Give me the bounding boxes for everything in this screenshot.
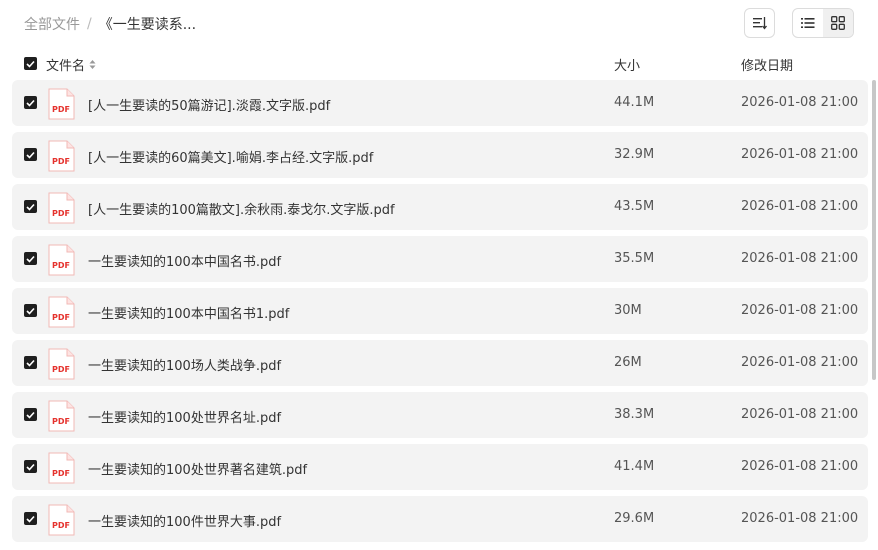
file-row[interactable]: PDF 一生要读知的100场人类战争.pdf 26M 2026-01-08 21… bbox=[12, 340, 868, 386]
pdf-file-icon: PDF bbox=[48, 296, 75, 328]
file-row[interactable]: PDF 一生要读知的100本中国名书.pdf 35.5M 2026-01-08 … bbox=[12, 236, 868, 282]
file-row-checkbox[interactable] bbox=[24, 304, 37, 317]
file-name[interactable]: [人一生要读的100篇散文].余秋雨.泰戈尔.文字版.pdf bbox=[88, 199, 395, 218]
pdf-label: PDF bbox=[52, 105, 70, 114]
column-header-date[interactable]: 修改日期 bbox=[741, 55, 793, 74]
file-name[interactable]: [人一生要读的50篇游记].淡霞.文字版.pdf bbox=[88, 95, 330, 114]
list-view-icon bbox=[801, 18, 815, 28]
pdf-label: PDF bbox=[52, 365, 70, 374]
grid-view-button[interactable] bbox=[823, 9, 853, 37]
breadcrumb: 全部文件 / 《一生要读系... bbox=[24, 14, 196, 34]
file-row-checkbox[interactable] bbox=[24, 200, 37, 213]
file-name[interactable]: 一生要读知的100本中国名书.pdf bbox=[88, 251, 281, 270]
file-name[interactable]: 一生要读知的100场人类战争.pdf bbox=[88, 355, 281, 374]
file-row-checkbox[interactable] bbox=[24, 408, 37, 421]
check-icon bbox=[26, 60, 35, 68]
check-icon bbox=[26, 359, 35, 367]
file-row[interactable]: PDF 一生要读知的100本中国名书1.pdf 30M 2026-01-08 2… bbox=[12, 288, 868, 334]
sort-icon bbox=[752, 17, 767, 30]
file-modified-date: 2026-01-08 21:00 bbox=[741, 95, 859, 110]
check-icon bbox=[26, 411, 35, 419]
grid-view-icon bbox=[831, 16, 845, 30]
view-mode-toggle bbox=[792, 8, 854, 38]
pdf-file-icon: PDF bbox=[48, 88, 75, 120]
breadcrumb-separator: / bbox=[87, 16, 92, 32]
file-row[interactable]: PDF 一生要读知的100处世界著名建筑.pdf 41.4M 2026-01-0… bbox=[12, 444, 868, 490]
pdf-label: PDF bbox=[52, 209, 70, 218]
file-name[interactable]: 一生要读知的100处世界著名建筑.pdf bbox=[88, 459, 307, 478]
pdf-label: PDF bbox=[52, 469, 70, 478]
file-size: 38.3M bbox=[614, 407, 655, 422]
file-row-checkbox[interactable] bbox=[24, 356, 37, 369]
check-icon bbox=[26, 99, 35, 107]
pdf-file-icon: PDF bbox=[48, 452, 75, 484]
column-header-name[interactable]: 文件名 bbox=[46, 55, 96, 74]
column-header-size[interactable]: 大小 bbox=[614, 55, 640, 74]
file-modified-date: 2026-01-08 21:00 bbox=[741, 251, 859, 266]
file-modified-date: 2026-01-08 21:00 bbox=[741, 303, 859, 318]
pdf-label: PDF bbox=[52, 417, 70, 426]
sort-caret-icon bbox=[89, 59, 96, 70]
file-size: 26M bbox=[614, 355, 642, 370]
pdf-label: PDF bbox=[52, 261, 70, 270]
file-size: 44.1M bbox=[614, 95, 655, 110]
file-row-checkbox[interactable] bbox=[24, 252, 37, 265]
column-header-name-label: 文件名 bbox=[46, 59, 86, 74]
file-modified-date: 2026-01-08 21:00 bbox=[741, 511, 859, 526]
file-list: PDF [人一生要读的50篇游记].淡霞.文字版.pdf 44.1M 2026-… bbox=[12, 80, 868, 548]
check-icon bbox=[26, 255, 35, 263]
file-row[interactable]: PDF [人一生要读的100篇散文].余秋雨.泰戈尔.文字版.pdf 43.5M… bbox=[12, 184, 868, 230]
file-row[interactable]: PDF [人一生要读的50篇游记].淡霞.文字版.pdf 44.1M 2026-… bbox=[12, 80, 868, 126]
file-row-checkbox[interactable] bbox=[24, 512, 37, 525]
sort-button[interactable] bbox=[744, 8, 775, 38]
pdf-file-icon: PDF bbox=[48, 504, 75, 536]
file-row-checkbox[interactable] bbox=[24, 460, 37, 473]
file-size: 43.5M bbox=[614, 199, 655, 214]
file-size: 29.6M bbox=[614, 511, 655, 526]
select-all-checkbox[interactable] bbox=[24, 57, 37, 70]
file-modified-date: 2026-01-08 21:00 bbox=[741, 147, 859, 162]
file-list-header: 文件名 大小 修改日期 bbox=[0, 52, 878, 76]
pdf-label: PDF bbox=[52, 313, 70, 322]
file-name[interactable]: 一生要读知的100件世界大事.pdf bbox=[88, 511, 281, 530]
file-size: 41.4M bbox=[614, 459, 655, 474]
pdf-file-icon: PDF bbox=[48, 140, 75, 172]
scrollbar[interactable] bbox=[872, 80, 876, 380]
pdf-file-icon: PDF bbox=[48, 192, 75, 224]
file-row-checkbox[interactable] bbox=[24, 96, 37, 109]
pdf-file-icon: PDF bbox=[48, 348, 75, 380]
file-name[interactable]: 一生要读知的100处世界名址.pdf bbox=[88, 407, 281, 426]
breadcrumb-root-link[interactable]: 全部文件 bbox=[24, 14, 80, 34]
file-modified-date: 2026-01-08 21:00 bbox=[741, 199, 859, 214]
file-name[interactable]: 一生要读知的100本中国名书1.pdf bbox=[88, 303, 289, 322]
list-view-button[interactable] bbox=[793, 9, 823, 37]
file-size: 30M bbox=[614, 303, 642, 318]
file-row[interactable]: PDF [人一生要读的60篇美文].喻娟.李占经.文字版.pdf 32.9M 2… bbox=[12, 132, 868, 178]
pdf-label: PDF bbox=[52, 157, 70, 166]
file-size: 35.5M bbox=[614, 251, 655, 266]
check-icon bbox=[26, 515, 35, 523]
file-modified-date: 2026-01-08 21:00 bbox=[741, 355, 859, 370]
pdf-file-icon: PDF bbox=[48, 244, 75, 276]
pdf-label: PDF bbox=[52, 521, 70, 530]
check-icon bbox=[26, 151, 35, 159]
check-icon bbox=[26, 307, 35, 315]
file-modified-date: 2026-01-08 21:00 bbox=[741, 407, 859, 422]
file-row[interactable]: PDF 一生要读知的100件世界大事.pdf 29.6M 2026-01-08 … bbox=[12, 496, 868, 542]
file-name[interactable]: [人一生要读的60篇美文].喻娟.李占经.文字版.pdf bbox=[88, 147, 373, 166]
check-icon bbox=[26, 463, 35, 471]
file-row-checkbox[interactable] bbox=[24, 148, 37, 161]
file-row[interactable]: PDF 一生要读知的100处世界名址.pdf 38.3M 2026-01-08 … bbox=[12, 392, 868, 438]
file-size: 32.9M bbox=[614, 147, 655, 162]
check-icon bbox=[26, 203, 35, 211]
breadcrumb-current-folder: 《一生要读系... bbox=[98, 17, 197, 33]
file-modified-date: 2026-01-08 21:00 bbox=[741, 459, 859, 474]
pdf-file-icon: PDF bbox=[48, 400, 75, 432]
